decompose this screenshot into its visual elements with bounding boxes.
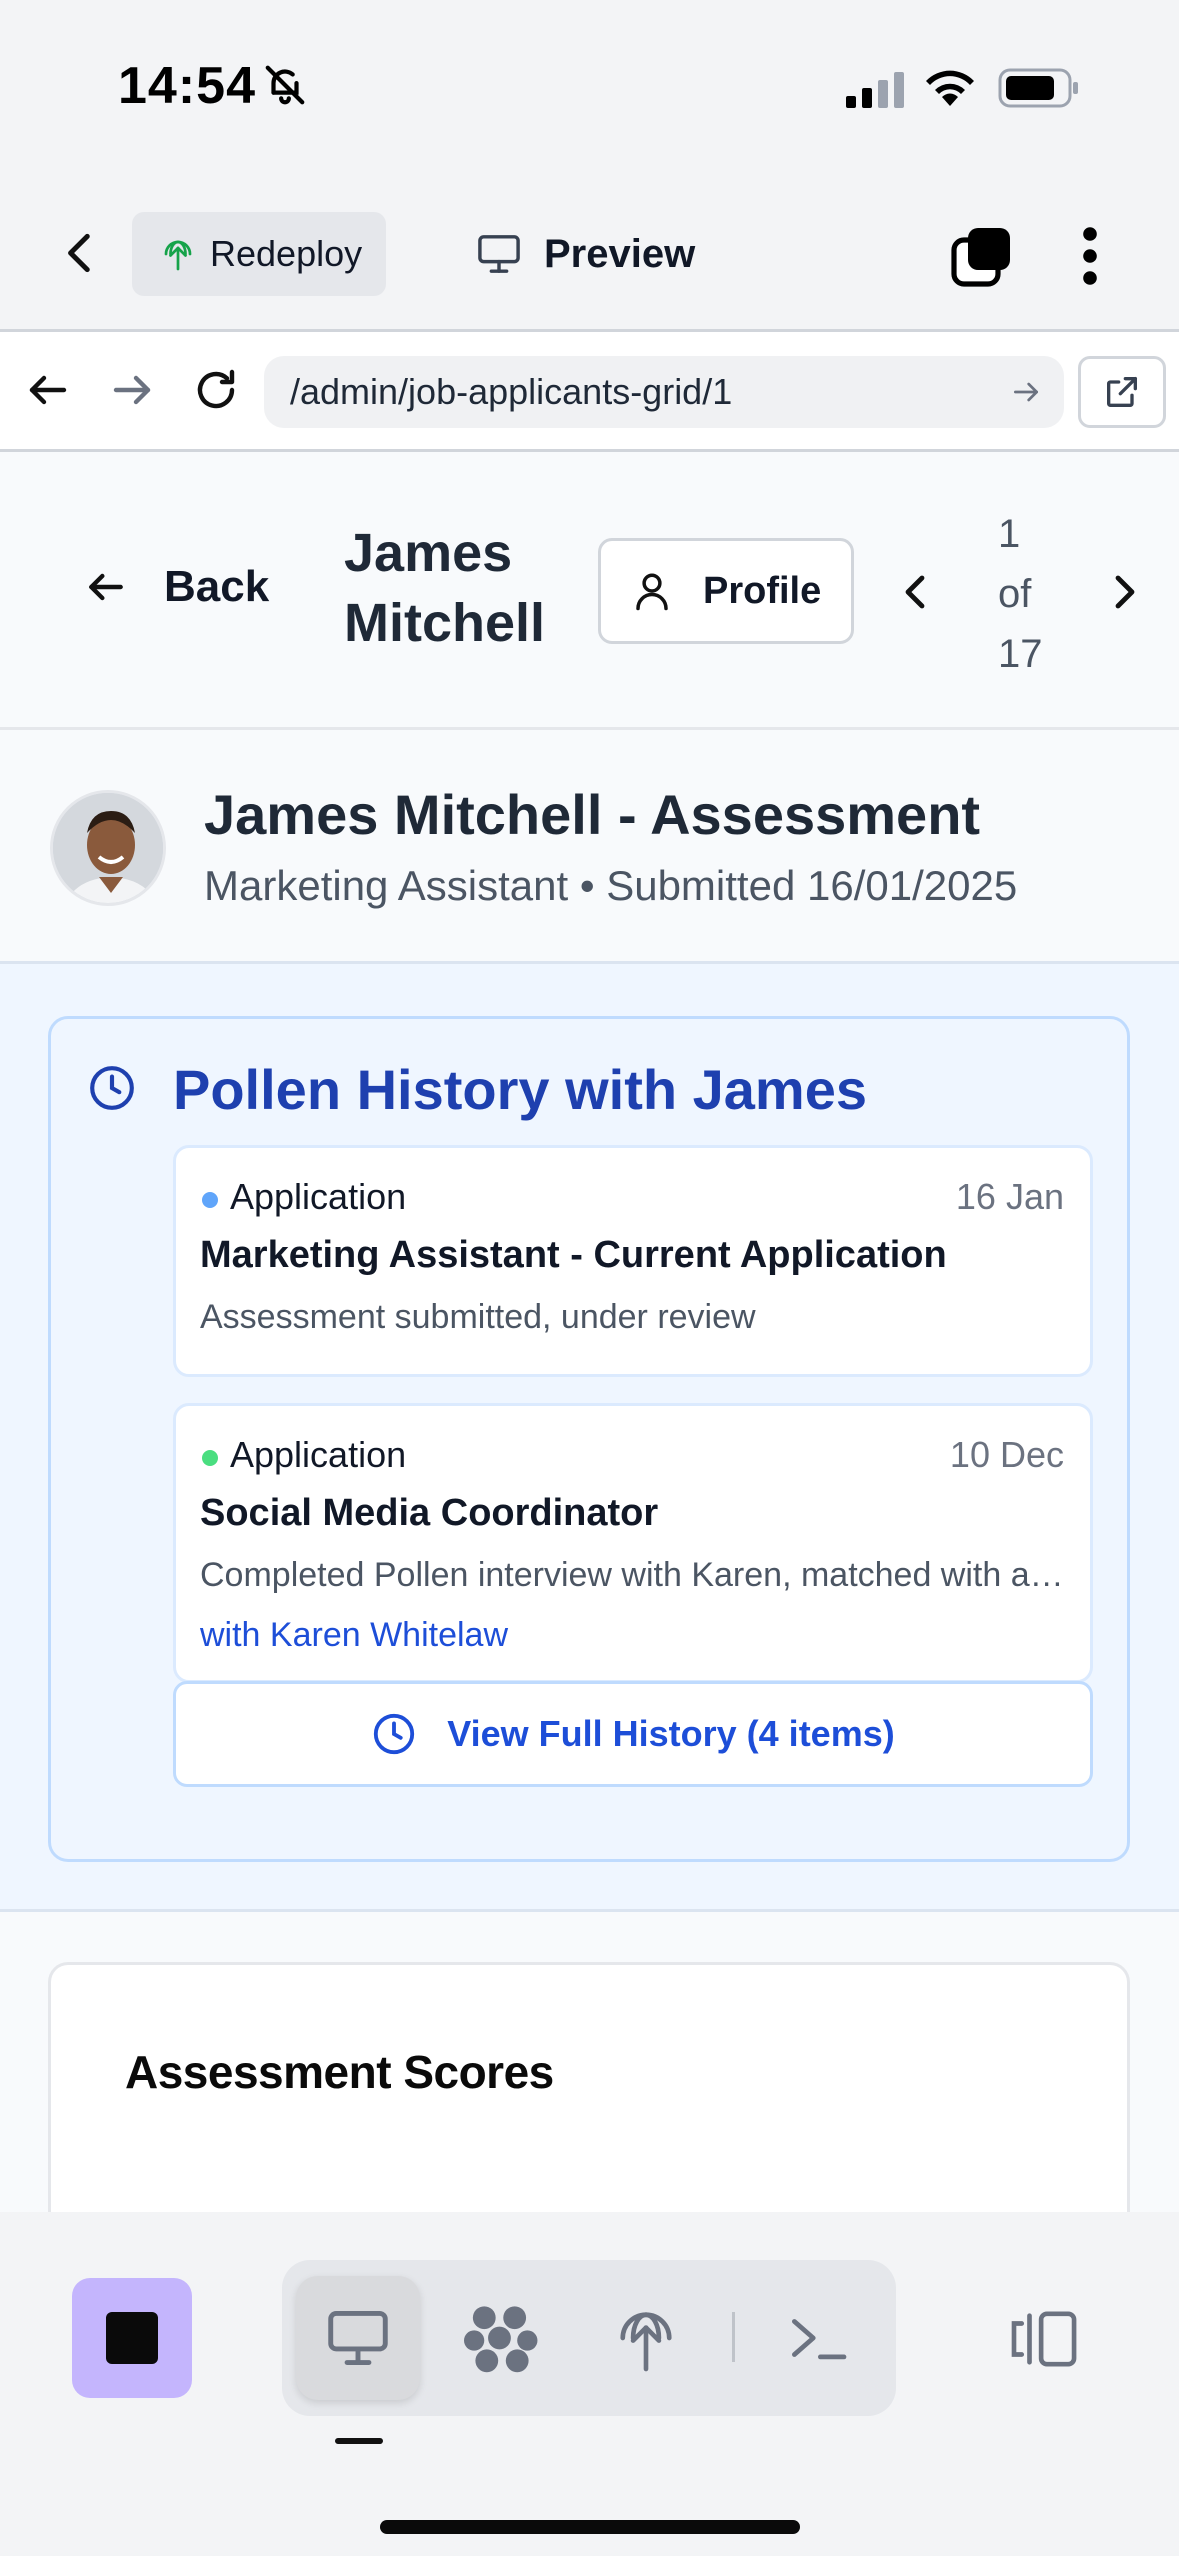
divider: [732, 2312, 735, 2362]
chevron-left-icon[interactable]: [892, 568, 940, 616]
apps-icon: [464, 2306, 538, 2373]
status-dot: [202, 1450, 218, 1466]
history-item-interviewer[interactable]: with Karen Whitelaw: [200, 1616, 508, 1655]
deploy-button[interactable]: [584, 2276, 708, 2400]
applicant-last-name: Mitchell: [344, 593, 546, 653]
external-link-icon: [1107, 377, 1137, 407]
view-full-history-button[interactable]: View Full History (4 items): [173, 1681, 1093, 1787]
desktop-view-button[interactable]: [296, 2276, 420, 2400]
history-item-role: Marketing Assistant - Current Applicatio…: [200, 1234, 947, 1276]
history-item-date: 10 Dec: [949, 1434, 1064, 1475]
profile-button[interactable]: Profile: [598, 538, 854, 644]
wifi-icon: [926, 70, 974, 106]
reload-icon[interactable]: [192, 366, 240, 414]
user-icon: [636, 573, 668, 611]
clock-icon: [374, 1713, 415, 1755]
monitor-icon: [478, 235, 520, 273]
scores-section: Assessment Scores: [0, 1912, 1179, 2222]
clock-icon: [90, 1066, 134, 1110]
redeploy-button[interactable]: Redeploy: [132, 212, 386, 296]
applicant-first-name: James: [344, 523, 513, 583]
terminal-icon: [792, 2319, 847, 2360]
chevron-left-icon[interactable]: [56, 228, 106, 278]
status-time: 14:54: [118, 57, 256, 115]
history-item-kind: Application: [230, 1176, 407, 1217]
cellular-signal-icon: [846, 72, 904, 108]
deploy-tree-icon: [164, 240, 192, 271]
applicant-name: James Mitchell: [344, 518, 584, 658]
redeploy-label: Redeploy: [210, 233, 363, 274]
view-switcher: [282, 2260, 896, 2416]
app-toolbar: Redeploy Preview: [0, 170, 1179, 332]
back-label: Back: [164, 562, 270, 611]
panel-icon[interactable]: [1010, 2308, 1080, 2370]
avatar-photo: [53, 793, 163, 903]
history-item-date: 16 Jan: [955, 1176, 1064, 1217]
history-item-role: Social Media Coordinator: [200, 1492, 659, 1534]
tabs-icon[interactable]: [950, 224, 1014, 288]
arrow-right-icon[interactable]: [108, 366, 156, 414]
arrow-left-icon[interactable]: [24, 366, 72, 414]
pager-current: 1: [998, 512, 1021, 556]
pager-indicator: 1 of 17: [998, 504, 1068, 684]
chevron-right-icon[interactable]: [1100, 568, 1148, 616]
apps-button[interactable]: [440, 2276, 564, 2400]
more-vertical-icon[interactable]: [1070, 224, 1110, 288]
bottom-dock: [0, 2212, 1179, 2556]
scores-card: Assessment Scores: [48, 1962, 1130, 2222]
active-view-indicator: [335, 2438, 383, 2444]
scores-title: Assessment Scores: [125, 2046, 554, 2098]
pager-total: 17: [998, 632, 1043, 676]
history-section: Pollen History with James Application 16…: [0, 964, 1179, 1912]
pager-of: of: [998, 572, 1032, 616]
back-button[interactable]: Back: [84, 562, 269, 612]
assessment-subtitle: Marketing Assistant • Submitted 16/01/20…: [204, 862, 1018, 909]
status-bar: 14:54: [0, 0, 1179, 170]
url-text: /admin/job-applicants-grid/1: [290, 371, 733, 412]
history-item-kind: Application: [230, 1434, 407, 1475]
deploy-icon: [620, 2312, 672, 2372]
page-header: Back James Mitchell Profile 1 of 17: [0, 452, 1179, 730]
desktop-icon: [328, 2311, 388, 2365]
history-card: Pollen History with James Application 16…: [48, 1016, 1130, 1862]
profile-label: Profile: [703, 569, 822, 612]
history-item-description: Assessment submitted, under review: [200, 1298, 756, 1336]
preview-button[interactable]: Preview: [476, 212, 695, 296]
history-title: Pollen History with James: [173, 1058, 867, 1121]
history-item[interactable]: Application 10 Dec Social Media Coordina…: [173, 1403, 1093, 1683]
assessment-title: James Mitchell - Assessment: [204, 783, 981, 846]
go-arrow-icon[interactable]: [1010, 376, 1042, 408]
battery-icon: [998, 68, 1078, 108]
open-external-button[interactable]: [1078, 356, 1166, 428]
status-dot: [202, 1192, 218, 1208]
url-bar: /admin/job-applicants-grid/1: [0, 332, 1179, 452]
stop-icon: [106, 2312, 158, 2364]
arrow-left-icon: [89, 573, 123, 601]
history-item[interactable]: Application 16 Jan Marketing Assistant -…: [173, 1145, 1093, 1377]
terminal-button[interactable]: [756, 2276, 880, 2400]
candidate-header: James Mitchell - Assessment Marketing As…: [0, 730, 1179, 964]
stop-button[interactable]: [72, 2278, 192, 2398]
preview-label: Preview: [544, 231, 696, 276]
history-item-description: Completed Pollen interview with Karen, m…: [200, 1556, 1070, 1594]
home-indicator: [380, 2520, 800, 2534]
url-input[interactable]: /admin/job-applicants-grid/1: [264, 356, 1064, 428]
bell-off-icon: [265, 65, 305, 105]
avatar: [50, 790, 166, 906]
view-full-history-label: View Full History (4 items): [447, 1713, 895, 1754]
